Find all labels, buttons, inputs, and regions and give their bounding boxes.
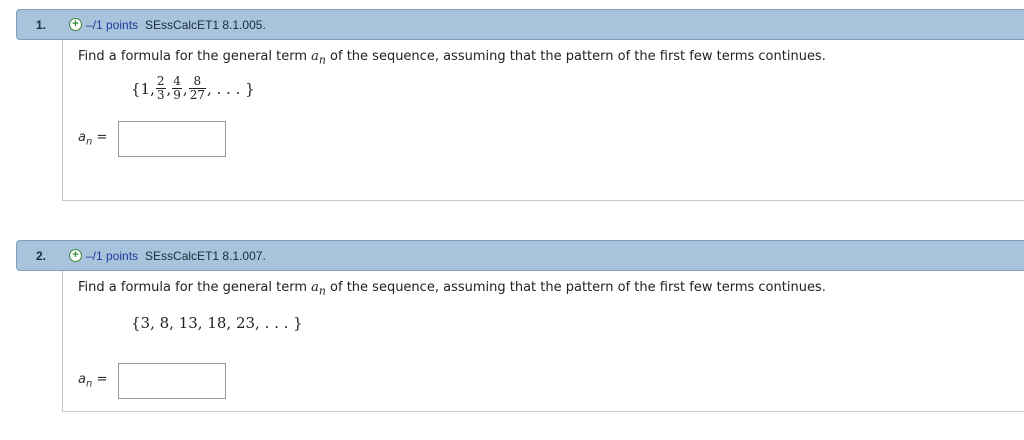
plus-circle-icon[interactable]: + (69, 249, 82, 262)
points-label: –/1 points (86, 248, 139, 263)
answer-input[interactable] (118, 363, 226, 399)
answer-input[interactable] (118, 121, 226, 157)
question-header: 2. + –/1 points SEssCalcET1 8.1.007. (16, 240, 1024, 271)
answer-label: an = (78, 130, 108, 148)
question-header: 1. + –/1 points SEssCalcET1 8.1.005. (16, 9, 1024, 40)
question-1: 1. + –/1 points SEssCalcET1 8.1.005. Fin… (0, 9, 1024, 201)
answer-row: an = (78, 363, 226, 399)
sequence: {1, 23, 49, 8 27 , . . . } (131, 74, 255, 102)
fraction: 8 27 (188, 74, 206, 102)
question-2: 2. + –/1 points SEssCalcET1 8.1.007. Fin… (0, 240, 1024, 412)
sequence-close: , . . . } (206, 79, 255, 98)
sequence-open: {1, (131, 79, 155, 98)
answer-row: an = (78, 121, 226, 157)
plus-circle-icon[interactable]: + (69, 18, 82, 31)
question-code: SEssCalcET1 8.1.007. (145, 248, 266, 263)
sequence: {3, 8, 13, 18, 23, . . . } (131, 314, 303, 332)
question-code: SEssCalcET1 8.1.005. (145, 17, 266, 32)
term-variable: a (311, 49, 319, 64)
question-number: 1. (35, 17, 46, 32)
term-variable: a (311, 280, 319, 295)
answer-label: an = (78, 372, 108, 390)
question-body: Find a formula for the general term an o… (62, 40, 1024, 201)
question-body: Find a formula for the general term an o… (62, 271, 1024, 412)
fraction: 49 (172, 74, 182, 102)
question-prompt: Find a formula for the general term an o… (78, 49, 826, 67)
question-number: 2. (35, 248, 46, 263)
question-prompt: Find a formula for the general term an o… (78, 280, 826, 298)
points-label: –/1 points (86, 17, 139, 32)
fraction: 23 (155, 74, 166, 102)
